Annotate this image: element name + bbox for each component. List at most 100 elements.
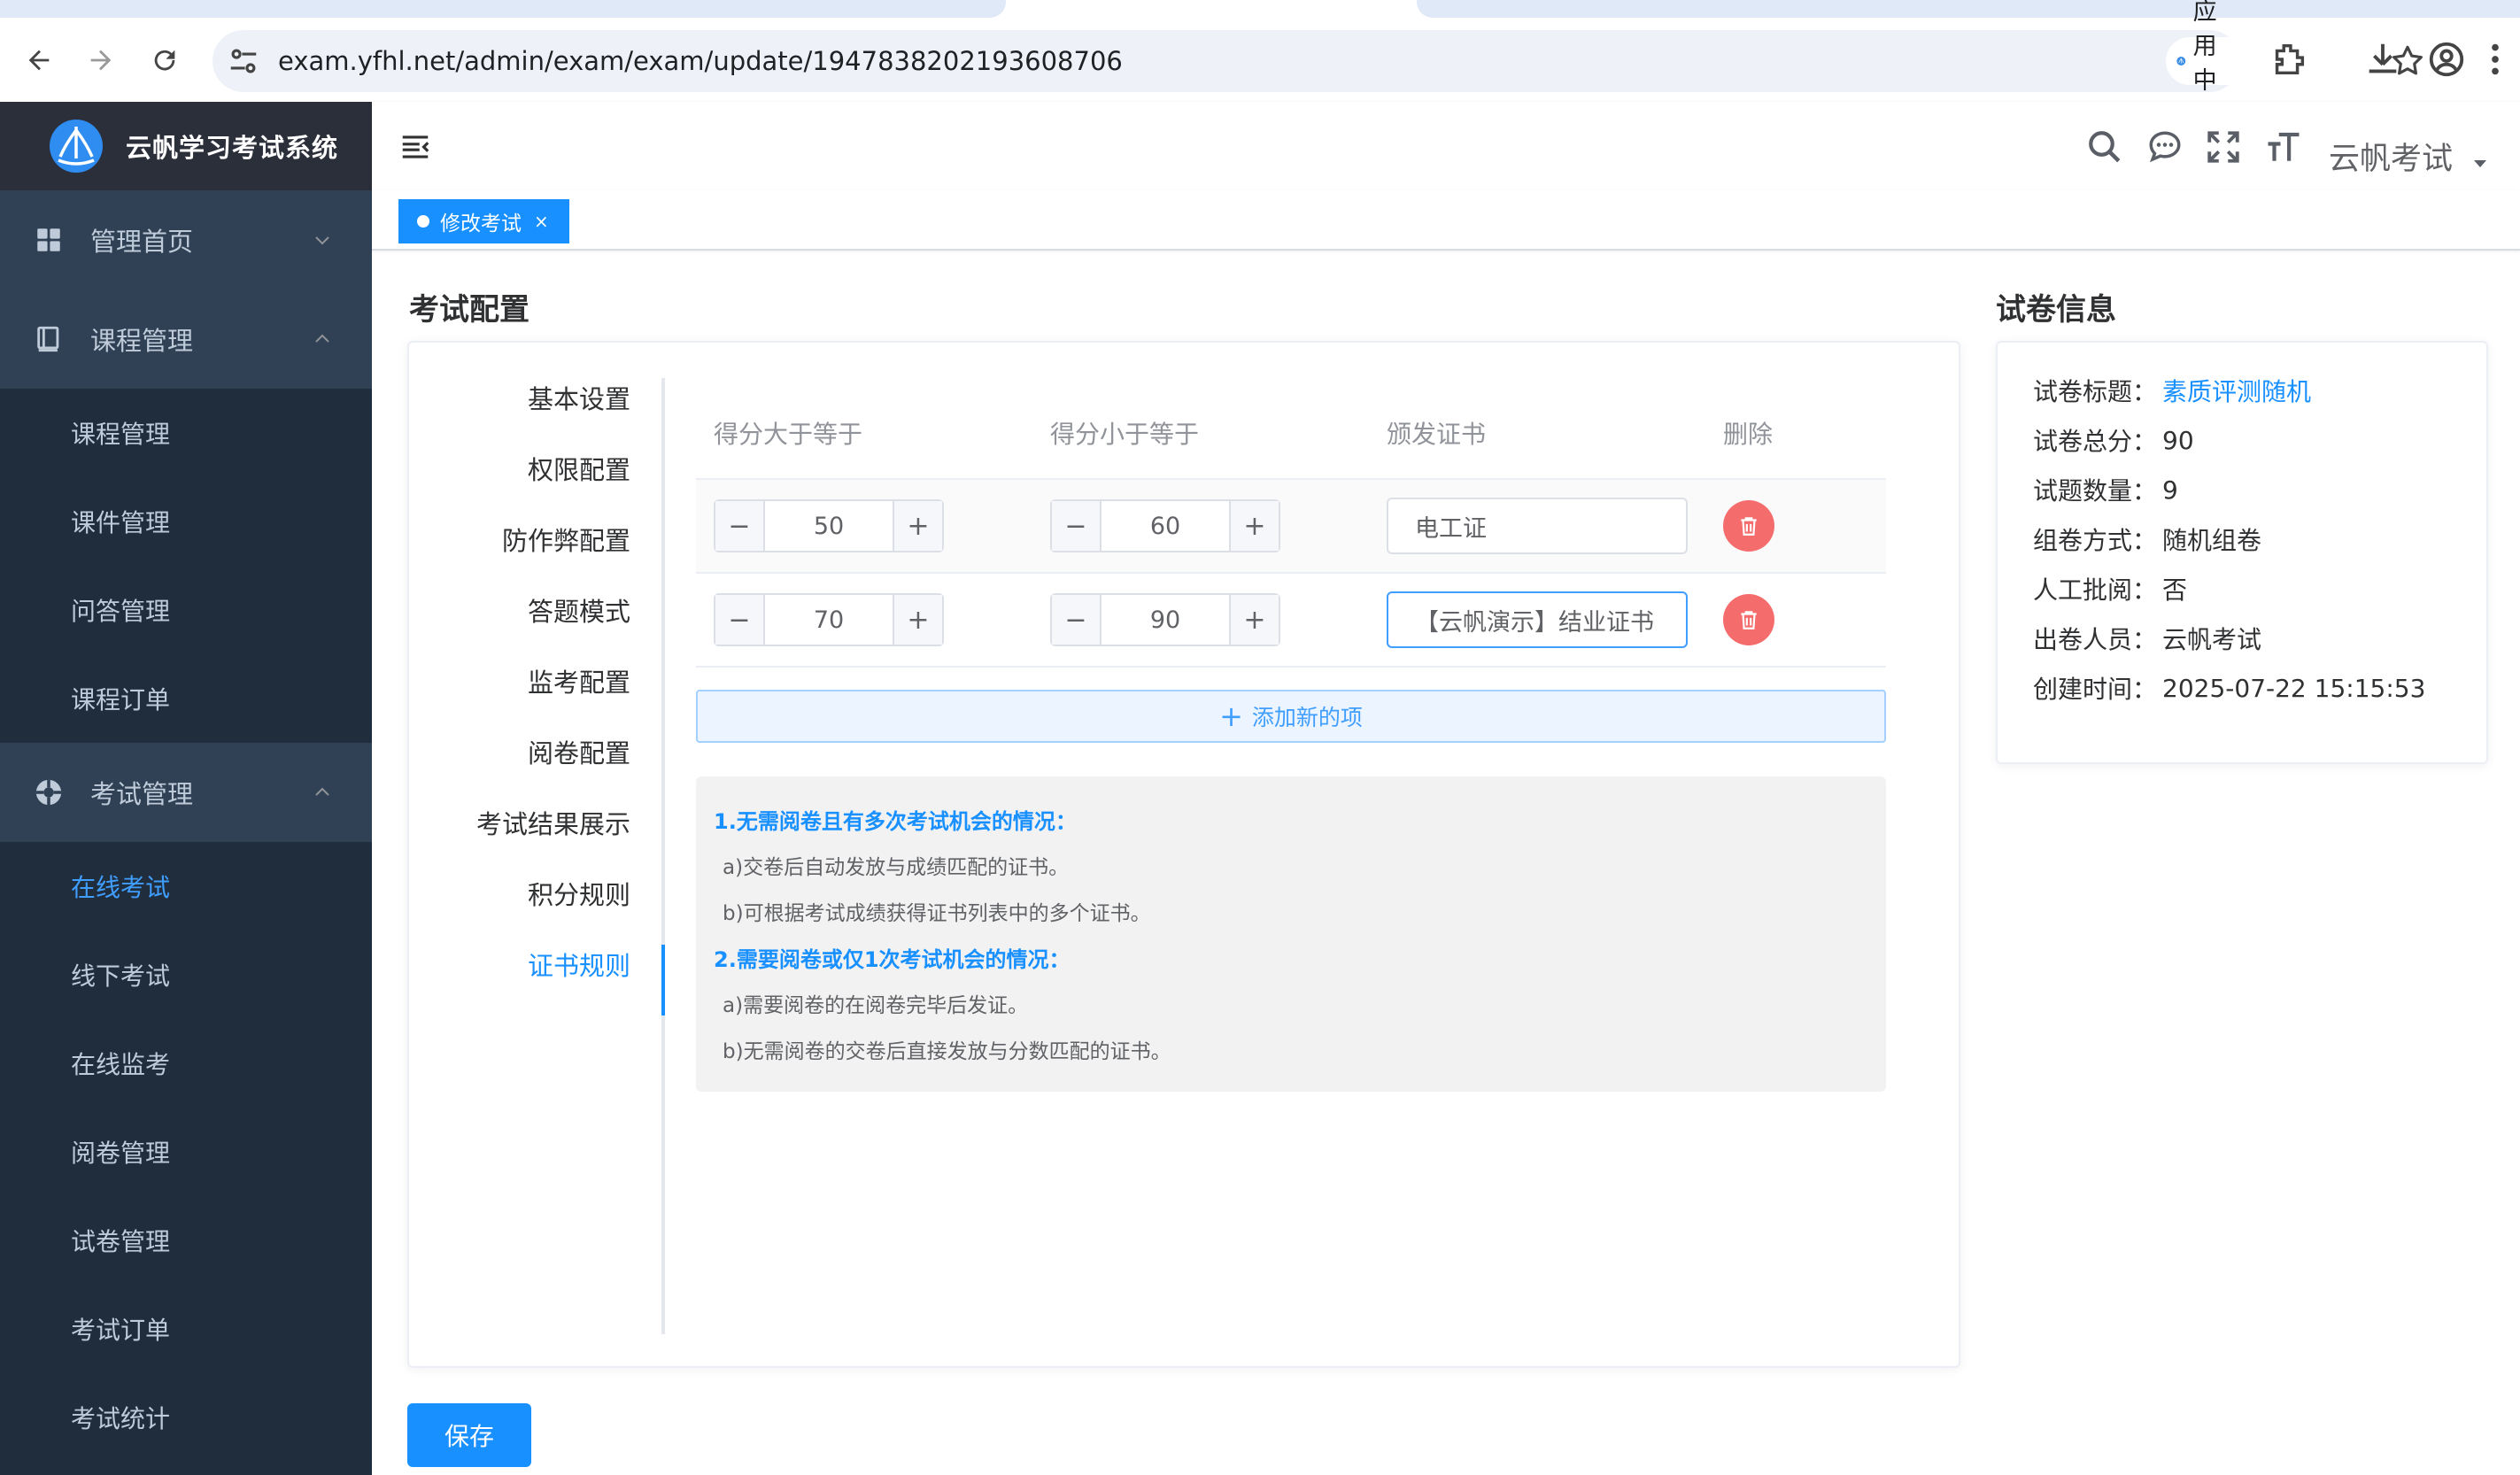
brand-title: 云帆学习考试系统: [126, 133, 339, 163]
sidebar-item-qa[interactable]: 问答管理: [0, 566, 372, 654]
message-icon[interactable]: [2146, 128, 2184, 166]
page-title: 考试配置: [409, 292, 530, 328]
tab-edit-exam[interactable]: 修改考试 ×: [398, 199, 569, 243]
tab-strip: [0, 0, 2520, 18]
table-cell: 电工证: [1369, 479, 1705, 574]
browser-tab-left[interactable]: [0, 0, 1006, 18]
sidebar-item-proctoring[interactable]: 在线监考: [0, 1019, 372, 1108]
delete-row-button[interactable]: [1723, 594, 1774, 645]
increment-button[interactable]: +: [1229, 595, 1279, 645]
hamburger-icon[interactable]: [398, 130, 432, 164]
tip-heading: 2.需要阅卷或仅1次考试机会的情况：: [714, 946, 1071, 972]
browser-tab-right[interactable]: [1417, 0, 2520, 18]
min-score-input[interactable]: 70: [765, 595, 893, 645]
trash-icon: [1741, 517, 1757, 536]
config-menu-permission[interactable]: 权限配置: [409, 433, 666, 504]
site-settings-icon[interactable]: [227, 44, 260, 78]
arrow-right-icon: [90, 50, 112, 71]
sidebar-item-course[interactable]: 课程管理: [0, 389, 372, 477]
config-menu-proctor[interactable]: 监考配置: [409, 645, 666, 716]
decrement-button[interactable]: −: [1052, 501, 1102, 551]
increment-button[interactable]: +: [1229, 501, 1279, 551]
increment-button[interactable]: +: [893, 501, 942, 551]
sidebar-item-offline-exam[interactable]: 线下考试: [0, 931, 372, 1019]
paper-title-link[interactable]: 素质评测随机: [2162, 373, 2311, 408]
menu-group-exam[interactable]: 考试管理: [0, 743, 372, 842]
sidebar-item-courseware[interactable]: 课件管理: [0, 477, 372, 566]
delete-row-button[interactable]: [1723, 500, 1774, 552]
table-header-row: 得分大于等于 得分小于等于 颁发证书 删除: [696, 387, 1886, 480]
plus-icon: +: [1219, 699, 1243, 733]
font-size-icon[interactable]: [2265, 128, 2302, 166]
active-dot-icon: [417, 215, 429, 228]
chevron-down-icon: [315, 236, 329, 245]
certificate-rules-table: 得分大于等于 得分小于等于 颁发证书 删除 − 50 + − 60 + 电工证 …: [696, 387, 1886, 668]
decrement-button[interactable]: −: [1052, 595, 1102, 645]
config-menu-answer-mode[interactable]: 答题模式: [409, 575, 666, 645]
forward-button[interactable]: [76, 35, 126, 85]
url-text[interactable]: exam.yfhl.net/admin/exam/exam/update/194…: [278, 44, 1123, 78]
search-icon[interactable]: [2086, 128, 2123, 166]
menu-group-label: 考试管理: [90, 779, 194, 809]
download-icon[interactable]: [2362, 39, 2403, 80]
min-score-input[interactable]: 50: [765, 501, 893, 551]
dashboard-icon: [37, 228, 60, 251]
menu-dots-icon[interactable]: [2485, 39, 2506, 80]
info-row-total-score: 试卷总分： 90: [2033, 415, 2451, 465]
certificate-select[interactable]: 电工证: [1387, 498, 1688, 554]
tab-label: 修改考试: [440, 212, 522, 236]
table-cell: [1705, 573, 1886, 668]
config-menu-result-display[interactable]: 考试结果展示: [409, 787, 666, 858]
sidebar-item-grading[interactable]: 阅卷管理: [0, 1108, 372, 1196]
sidebar-item-course-orders[interactable]: 课程订单: [0, 654, 372, 743]
min-score-stepper: − 50 +: [714, 499, 944, 552]
config-menu-certificate[interactable]: 证书规则: [409, 929, 666, 1000]
open-in-app-button[interactable]: 在应用中打开: [2166, 0, 2257, 164]
brand-logo-icon: [50, 120, 103, 173]
reload-icon: [154, 50, 175, 71]
config-menu-grading[interactable]: 阅卷配置: [409, 716, 666, 787]
address-bar[interactable]: exam.yfhl.net/admin/exam/exam/update/194…: [213, 0, 2423, 164]
decrement-button[interactable]: −: [715, 501, 765, 551]
max-score-input[interactable]: 90: [1102, 595, 1229, 645]
info-key: 创建时间：: [2033, 675, 2158, 704]
info-row-created: 创建时间： 2025-07-22 15:15:53: [2033, 663, 2451, 713]
certificate-select[interactable]: 【云帆演示】结业证书: [1387, 591, 1688, 648]
app-logo-icon: [2176, 57, 2186, 66]
sidebar-item-exam-stats[interactable]: 考试统计: [0, 1373, 372, 1462]
brand[interactable]: 云帆学习考试系统: [0, 102, 372, 190]
config-menu-points[interactable]: 积分规则: [409, 858, 666, 929]
menu-group-label: 课程管理: [90, 326, 194, 356]
sidebar-item-papers[interactable]: 试卷管理: [0, 1196, 372, 1285]
top-navbar: 云帆考试: [372, 102, 2520, 190]
profile-icon[interactable]: [2426, 39, 2467, 80]
max-score-input[interactable]: 60: [1102, 501, 1229, 551]
decrement-button[interactable]: −: [715, 595, 765, 645]
max-score-stepper: − 60 +: [1050, 499, 1280, 552]
tip-line: a)需要阅卷的在阅卷完毕后发证。: [723, 994, 1029, 1017]
caret-down-icon[interactable]: [2474, 160, 2486, 167]
close-icon[interactable]: ×: [534, 211, 549, 232]
tip-line: b)可根据考试成绩获得证书列表中的多个证书。: [723, 902, 1151, 925]
increment-button[interactable]: +: [893, 595, 942, 645]
menu-group-dashboard[interactable]: 管理首页: [0, 190, 372, 290]
config-menu-basic[interactable]: 基本设置: [409, 362, 666, 433]
reload-button[interactable]: [140, 35, 189, 85]
add-item-button[interactable]: + 添加新的项: [696, 690, 1886, 743]
sidebar-item-online-exam[interactable]: 在线考试: [0, 842, 372, 931]
info-value: 9: [2162, 475, 2178, 505]
info-value: 2025-07-22 15:15:53: [2162, 673, 2426, 703]
table-row: − 70 + − 90 + 【云帆演示】结业证书: [696, 573, 1886, 668]
chevron-up-icon: [315, 787, 329, 796]
fullscreen-icon[interactable]: [2205, 128, 2242, 166]
menu-group-course[interactable]: 课程管理: [0, 290, 372, 389]
col-min-score: 得分大于等于: [696, 387, 1032, 480]
back-button[interactable]: [14, 35, 64, 85]
config-menu-anti-cheat[interactable]: 防作弊配置: [409, 504, 666, 575]
extensions-icon[interactable]: [2269, 39, 2309, 80]
sidebar-item-exam-orders[interactable]: 考试订单: [0, 1285, 372, 1373]
info-value: 否: [2162, 575, 2188, 605]
save-button[interactable]: 保存: [407, 1403, 531, 1467]
user-name[interactable]: 云帆考试: [2329, 134, 2453, 179]
min-score-stepper: − 70 +: [714, 593, 944, 646]
